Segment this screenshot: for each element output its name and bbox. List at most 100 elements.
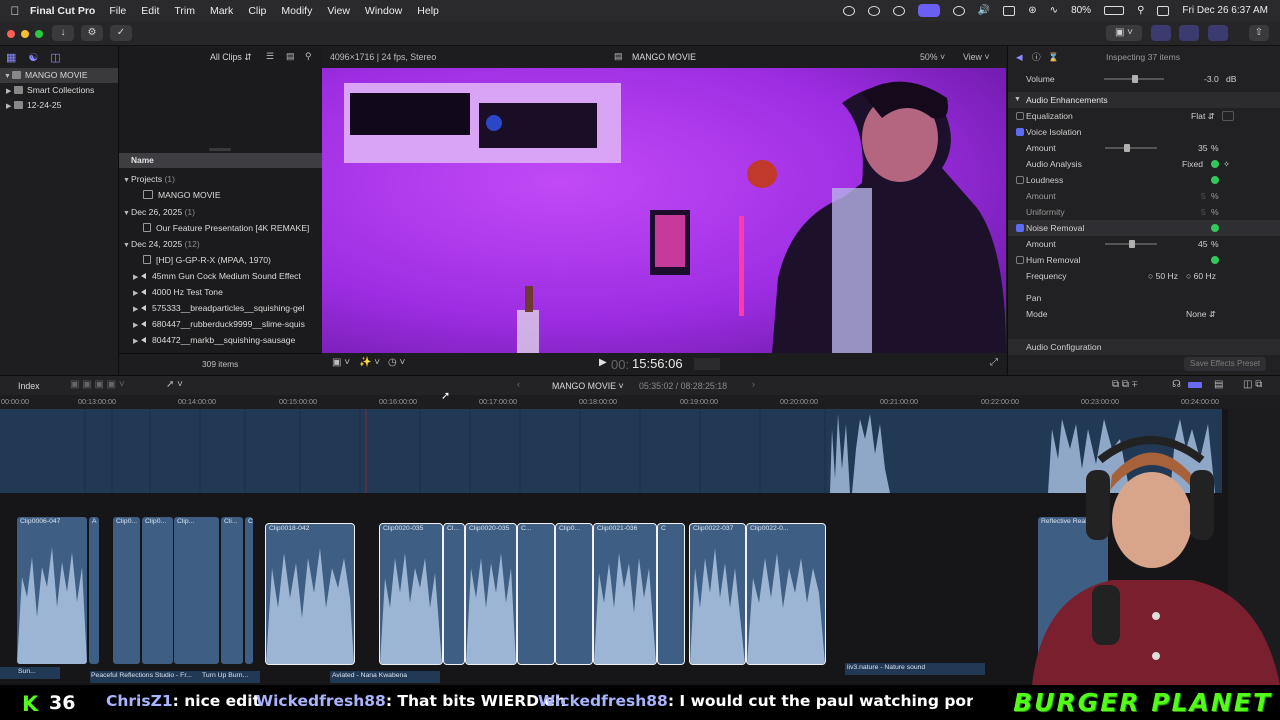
clip-gpr-x[interactable]: [HD] G-GP-R-X (MPAA, 1970) bbox=[119, 252, 322, 268]
voice-amount-knob[interactable] bbox=[1124, 144, 1130, 152]
group-dec-24[interactable]: ▼Dec 24, 2025 (12) bbox=[119, 236, 322, 252]
screen-record-icon[interactable] bbox=[917, 4, 940, 17]
info-inspector-icon[interactable]: ⓘ bbox=[1032, 49, 1041, 65]
timeline-clip[interactable]: C bbox=[245, 517, 253, 664]
control-center-icon[interactable] bbox=[1157, 5, 1170, 16]
video-frame[interactable] bbox=[322, 68, 1006, 353]
voice-amount-slider[interactable] bbox=[1105, 147, 1157, 149]
clip-test-tone[interactable]: ▶ 4000 Hz Test Tone bbox=[119, 284, 322, 300]
select-tool-icon[interactable]: ➚ ˅ bbox=[166, 379, 183, 390]
inspector-toggle-icon[interactable] bbox=[1208, 25, 1228, 41]
group-dec-26[interactable]: ▼Dec 26, 2025 (1) bbox=[119, 204, 322, 220]
disclosure-closed-icon[interactable]: ▶ bbox=[6, 84, 14, 99]
name-column-header[interactable]: Name bbox=[119, 153, 322, 168]
timeline-clip[interactable]: Clip0006-047 bbox=[17, 517, 87, 664]
clip-gun-cock[interactable]: ▶ 45mm Gun Cock Medium Sound Effect bbox=[119, 268, 322, 284]
view-dropdown[interactable]: View ˅ bbox=[963, 52, 990, 62]
share-inspector-icon[interactable]: ⌛ bbox=[1048, 49, 1059, 65]
timeline-clip[interactable]: Clip0... bbox=[142, 517, 173, 664]
playhead-timecode[interactable]: 15:56:06 bbox=[632, 356, 683, 371]
audio-inspector-icon[interactable]: ◀ bbox=[1016, 49, 1023, 65]
timeline-clip[interactable]: A bbox=[89, 517, 99, 664]
library-event-12-24-25[interactable]: ▶ 12-24-25 bbox=[0, 98, 118, 113]
snapping-icons[interactable]: ⧉ ⧉ ∓ bbox=[1112, 379, 1137, 390]
filmstrip-resize-handle[interactable] bbox=[209, 148, 231, 151]
clip-our-feature[interactable]: Our Feature Presentation [4K REMAKE] bbox=[119, 220, 322, 236]
apple-menu-icon[interactable]:  bbox=[0, 4, 30, 18]
magic-wand-icon[interactable]: ✧ bbox=[1223, 156, 1230, 172]
status-icon-2[interactable] bbox=[867, 5, 880, 16]
timeline-clip-selected[interactable]: Clip0018-042 bbox=[265, 523, 355, 665]
display-icon[interactable] bbox=[1003, 5, 1016, 16]
timeline-clip-selected[interactable]: C... bbox=[517, 523, 555, 665]
menu-modify[interactable]: Modify bbox=[281, 5, 312, 17]
share-icon[interactable]: ⇧ bbox=[1249, 25, 1269, 41]
menu-trim[interactable]: Trim bbox=[174, 5, 195, 17]
minimize-window-button[interactable] bbox=[21, 30, 29, 38]
speed-icon[interactable]: ◷ ˅ bbox=[388, 357, 405, 368]
search-icon[interactable]: ⚲ bbox=[305, 51, 312, 62]
audio-clip[interactable]: Aviated - Nana Kwabena bbox=[330, 671, 440, 683]
timeline-clip-selected[interactable]: Clip0021-036 bbox=[593, 523, 657, 665]
import-icon[interactable]: ↓ bbox=[52, 25, 74, 41]
search-icon[interactable]: ⚲ bbox=[1137, 5, 1144, 16]
timeline-index-button[interactable]: Index bbox=[18, 381, 40, 391]
keyword-icon[interactable]: ⚙ bbox=[81, 25, 103, 41]
volume-slider-knob[interactable] bbox=[1132, 75, 1138, 83]
timeline-clip[interactable]: Cli... bbox=[221, 517, 243, 664]
clip-squishing-gel[interactable]: ▶ 575333__breadparticles__squishing-gel bbox=[119, 300, 322, 316]
clip-appearance-toggle[interactable] bbox=[1188, 382, 1202, 388]
volume-value[interactable]: -3.0 bbox=[1204, 71, 1219, 87]
window-layout-icon[interactable]: ▣ ˅ bbox=[1106, 25, 1142, 41]
audio-enhancements-header[interactable]: ▼ Audio Enhancements bbox=[1008, 92, 1280, 108]
menu-mark[interactable]: Mark bbox=[210, 5, 233, 17]
play-status-icon[interactable] bbox=[952, 5, 965, 16]
clip-squishing-sausage[interactable]: ▶ 804472__markb__squishing-sausage bbox=[119, 332, 322, 348]
timeline-clip-selected[interactable]: Cl... bbox=[443, 523, 465, 665]
pan-header[interactable]: Pan bbox=[1008, 290, 1280, 306]
app-name-menu[interactable]: Final Cut Pro bbox=[30, 5, 95, 17]
timeline-ruler[interactable]: 00:00:00 00:13:00:00 00:14:00:00 00:15:0… bbox=[0, 395, 1280, 409]
menu-file[interactable]: File bbox=[109, 5, 126, 17]
clip-filter-dropdown[interactable]: All Clips ⇵ bbox=[210, 52, 252, 63]
equalization-popup[interactable]: Flat ⇵ bbox=[1191, 108, 1215, 124]
freq-60-radio[interactable]: ○ 60 Hz bbox=[1186, 268, 1216, 284]
transform-icon[interactable]: ▣ ˅ bbox=[332, 357, 350, 368]
project-mango-movie[interactable]: MANGO MOVIE bbox=[119, 187, 322, 203]
timeline-clip[interactable]: Clip0... bbox=[113, 517, 140, 664]
menu-view[interactable]: View bbox=[327, 5, 350, 17]
status-icon-3[interactable] bbox=[892, 5, 905, 16]
timeline-clip-selected[interactable]: Clip0020-035 bbox=[379, 523, 443, 665]
uniformity-value[interactable]: 5 bbox=[1201, 204, 1206, 220]
audio-clip[interactable]: Peaceful Reflections Studio - Fr... bbox=[90, 671, 200, 683]
timeline-clip-selected[interactable]: Clip0022-0... bbox=[746, 523, 826, 665]
audio-clip[interactable]: Sun... bbox=[0, 667, 60, 679]
battery-icon[interactable] bbox=[1104, 6, 1125, 15]
audio-clip[interactable]: liv3.nature - Nature sound bbox=[845, 663, 985, 675]
fullscreen-icon[interactable]: ⤢ bbox=[990, 357, 998, 368]
browser-toggle-icon[interactable] bbox=[1151, 25, 1171, 41]
timeline-clip[interactable]: Clip... bbox=[174, 517, 219, 664]
noise-amount-value[interactable]: 45 bbox=[1198, 236, 1208, 252]
timeline-clip-selected[interactable]: Clip0... bbox=[555, 523, 593, 665]
disclosure-closed-icon[interactable]: ▶ bbox=[6, 99, 14, 114]
transitions-icon[interactable]: ◫ ⧉ bbox=[1243, 379, 1262, 390]
close-window-button[interactable] bbox=[7, 30, 15, 38]
enhance-icon[interactable]: ✨ ˅ bbox=[359, 357, 380, 368]
timeline-project-title[interactable]: MANGO MOVIE ˅ bbox=[552, 381, 624, 391]
play-button[interactable]: ▶ bbox=[599, 357, 607, 368]
timeline-clip-selected[interactable]: Clip0020-035 bbox=[465, 523, 517, 665]
pan-mode-popup[interactable]: None ⇵ bbox=[1186, 306, 1216, 322]
zoom-window-button[interactable] bbox=[35, 30, 43, 38]
timeline-clip-selected[interactable]: C bbox=[657, 523, 685, 665]
library-mango-movie[interactable]: ▼ MANGO MOVIE bbox=[0, 68, 118, 83]
disclosure-open-icon[interactable]: ▼ bbox=[4, 69, 12, 84]
noise-amount-knob[interactable] bbox=[1129, 240, 1135, 248]
titles-icon[interactable]: ◫ bbox=[50, 51, 60, 64]
save-effects-preset-button[interactable]: Save Effects Preset bbox=[1184, 357, 1267, 371]
background-tasks-icon[interactable]: ✓ bbox=[110, 25, 132, 41]
volume-icon[interactable]: 🔊 bbox=[978, 5, 990, 16]
group-projects[interactable]: ▼Projects (1) bbox=[119, 171, 322, 187]
menu-edit[interactable]: Edit bbox=[141, 5, 159, 17]
history-back-icon[interactable]: ‹ bbox=[517, 379, 520, 389]
